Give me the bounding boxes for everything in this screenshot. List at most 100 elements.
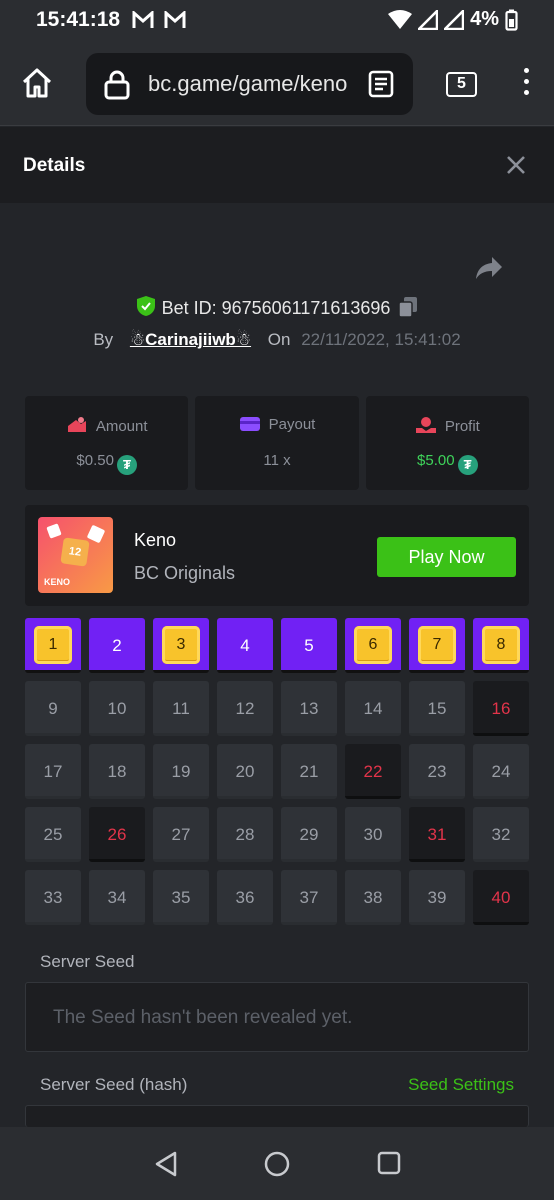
stat-profit-label: Profit [444, 418, 480, 435]
keno-cell-22: 22 [345, 744, 401, 799]
keno-cell-26: 26 [89, 807, 145, 862]
gmail-icon [132, 11, 154, 28]
keno-cell-38: 38 [345, 870, 401, 925]
keno-cell-27: 27 [153, 807, 209, 862]
keno-cell-3: 3 [153, 618, 209, 673]
keno-cell-36: 36 [217, 870, 273, 925]
keno-cell-34: 34 [89, 870, 145, 925]
stat-payout: Payout 11 x [195, 396, 359, 490]
status-bar: 15:41:18 4% [0, 0, 554, 40]
keno-thumbnail[interactable]: 12 KENO [38, 517, 113, 593]
keno-cell-24: 24 [473, 744, 529, 799]
keno-cell-25: 25 [25, 807, 81, 862]
keno-cell-30: 30 [345, 807, 401, 862]
home-icon[interactable] [20, 66, 54, 100]
bet-meta-row: By ☃Carinajiiwb☃ On 22/11/2022, 15:41:02 [0, 330, 554, 350]
seed-settings-link[interactable]: Seed Settings [408, 1075, 514, 1095]
game-card: 12 KENO Keno BC Originals Play Now [25, 505, 529, 606]
details-header: Details [0, 127, 554, 203]
bet-stats: Amount $0.50 ₮ Payout 11 x Profit $5.00 ₮ [25, 396, 529, 490]
browser-menu-button[interactable] [516, 68, 536, 100]
reader-mode-icon[interactable] [368, 70, 394, 98]
back-icon[interactable] [154, 1151, 178, 1177]
username-link[interactable]: ☃Carinajiiwb☃ [130, 330, 251, 349]
keno-cell-15: 15 [409, 681, 465, 736]
usdt-coin-icon: ₮ [457, 455, 478, 475]
bet-id: Bet ID: 96756061171613696 [161, 298, 391, 318]
keno-cell-2: 2 [89, 618, 145, 673]
server-seed-field[interactable]: The Seed hasn't been revealed yet. [25, 982, 529, 1052]
keno-cell-10: 10 [89, 681, 145, 736]
details-title: Details [23, 155, 86, 176]
keno-cell-18: 18 [89, 744, 145, 799]
keno-cell-14: 14 [345, 681, 401, 736]
gmail-icon [164, 11, 186, 28]
keno-cell-13: 13 [281, 681, 337, 736]
keno-cell-23: 23 [409, 744, 465, 799]
server-seed-label: Server Seed [40, 952, 135, 971]
bet-details-panel: Bet ID: 96756061171613696 By ☃Carinajiiw… [0, 203, 554, 1127]
keno-cell-17: 17 [25, 744, 81, 799]
browser-toolbar: bc.game/game/keno 5 [0, 40, 554, 126]
by-label: By [93, 330, 114, 349]
keno-cell-40: 40 [473, 870, 529, 925]
recents-icon[interactable] [377, 1151, 401, 1175]
close-icon[interactable] [504, 153, 528, 177]
keno-cell-5: 5 [281, 618, 337, 673]
keno-cell-39: 39 [409, 870, 465, 925]
thumb-number: 12 [60, 537, 90, 567]
keno-cell-6: 6 [345, 618, 401, 673]
keno-cell-7: 7 [409, 618, 465, 673]
gem-hit-icon: 1 [34, 626, 72, 664]
gem-hit-icon: 8 [482, 626, 520, 664]
amount-icon [67, 417, 86, 432]
keno-cell-20: 20 [217, 744, 273, 799]
battery-percent: 4% [470, 8, 499, 30]
keno-cell-16: 16 [473, 681, 529, 736]
system-nav-bar [0, 1127, 554, 1200]
wifi-icon [388, 9, 413, 29]
keno-cell-37: 37 [281, 870, 337, 925]
keno-cell-1: 1 [25, 618, 81, 673]
keno-cell-28: 28 [217, 807, 273, 862]
verified-shield-icon [136, 296, 155, 316]
stat-amount-label: Amount [95, 418, 148, 435]
tab-switcher-button[interactable]: 5 [446, 72, 477, 97]
status-icons: 4% [388, 8, 518, 31]
usdt-coin-icon: ₮ [116, 455, 137, 475]
server-seed-hash-field[interactable] [25, 1105, 529, 1127]
keno-cell-19: 19 [153, 744, 209, 799]
keno-cell-31: 31 [409, 807, 465, 862]
stat-amount-value: $0.50 [76, 452, 114, 469]
home-nav-icon[interactable] [264, 1151, 290, 1177]
stat-profit-value: $5.00 [417, 452, 455, 469]
url-text[interactable]: bc.game/game/keno [148, 71, 352, 97]
signal-icon [444, 9, 465, 30]
stat-payout-label: Payout [268, 416, 316, 433]
keno-cell-8: 8 [473, 618, 529, 673]
server-seed-hash-label: Server Seed (hash) [40, 1075, 188, 1094]
signal-icon [418, 9, 439, 30]
thumb-tag: KENO [44, 577, 71, 587]
profit-icon [415, 417, 436, 433]
battery-icon [505, 9, 518, 31]
payout-icon [239, 417, 260, 431]
keno-cell-32: 32 [473, 807, 529, 862]
game-name[interactable]: Keno [134, 530, 176, 551]
copy-icon[interactable] [398, 296, 418, 318]
share-icon[interactable] [474, 255, 504, 281]
keno-cell-11: 11 [153, 681, 209, 736]
keno-cell-9: 9 [25, 681, 81, 736]
gem-hit-icon: 6 [354, 626, 392, 664]
lock-icon [104, 70, 130, 100]
gem-hit-icon: 7 [418, 626, 456, 664]
bet-date: 22/11/2022, 15:41:02 [301, 330, 461, 349]
gem-hit-icon: 3 [162, 626, 200, 664]
keno-cell-29: 29 [281, 807, 337, 862]
play-now-button[interactable]: Play Now [377, 537, 516, 577]
game-provider: BC Originals [134, 563, 236, 583]
server-seed-placeholder: The Seed hasn't been revealed yet. [53, 1007, 353, 1028]
bet-id-row: Bet ID: 96756061171613696 [0, 295, 554, 319]
keno-cell-35: 35 [153, 870, 209, 925]
stat-payout-value: 11 x [263, 452, 291, 469]
